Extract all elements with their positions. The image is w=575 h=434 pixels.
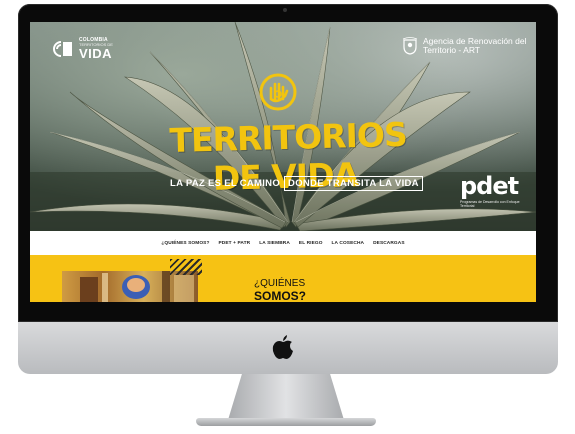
nav-item-pdet-patr[interactable]: PDET + PATR	[219, 241, 251, 246]
apple-icon	[272, 335, 293, 359]
tagline-part1: LA PAZ ES EL CAMINO	[170, 178, 281, 189]
imac-device: COLOMBIA TERRITORIOS DE VIDA Agencia de …	[0, 0, 575, 434]
decorative-stripes	[170, 259, 202, 275]
hero-tagline: LA PAZ ES EL CAMINO DONDE TRANSITA LA VI…	[170, 176, 423, 191]
pdet-subtitle: Programas de Desarrollo con Enfoque Terr…	[460, 200, 520, 209]
imac-stand	[228, 374, 344, 420]
tagline-part2: DONDE TRANSITA LA VIDA	[284, 176, 423, 191]
camera	[283, 8, 287, 12]
imac-stand-base	[196, 418, 376, 426]
about-question: ¿QUIÉNES	[254, 278, 306, 289]
nav-item-quienes-somos[interactable]: ¿QUIÉNES SOMOS?	[161, 241, 209, 246]
nav-item-la-cosecha[interactable]: LA COSECHA	[332, 241, 365, 246]
about-heading: ¿QUIÉNES SOMOS?	[254, 278, 307, 302]
main-nav: ¿QUIÉNES SOMOS? PDET + PATR LA SIEMBRA E…	[30, 231, 536, 255]
colombia-shield-icon	[402, 37, 418, 55]
website-screen: COLOMBIA TERRITORIOS DE VIDA Agencia de …	[30, 22, 536, 302]
nav-item-la-siembra[interactable]: LA SIEMBRA	[259, 241, 290, 246]
agency-logo[interactable]: Agencia de Renovación del Territorio - A…	[402, 37, 533, 55]
pdet-logo[interactable]: pdet Programas de Desarrollo con Enfoque…	[460, 174, 524, 208]
hand-badge-icon	[259, 73, 297, 111]
agency-name: Agencia de Renovación del Territorio - A…	[423, 36, 527, 55]
about-strong: SOMOS?	[254, 288, 307, 302]
hero-banner: COLOMBIA TERRITORIOS DE VIDA Agencia de …	[30, 22, 536, 231]
nav-item-el-riego[interactable]: EL RIEGO	[299, 241, 323, 246]
pdet-wordmark: pdet	[460, 172, 519, 200]
nav-item-descargas[interactable]: DESCARGAS	[373, 241, 405, 246]
about-photo	[62, 271, 198, 302]
colombia-vida-logo[interactable]: COLOMBIA TERRITORIOS DE VIDA	[50, 38, 113, 60]
about-section: ¿QUIÉNES SOMOS?	[30, 255, 536, 302]
brand-main-text: VIDA	[79, 46, 113, 61]
colombia-vida-logo-icon	[53, 41, 72, 57]
about-photo-image	[80, 271, 194, 302]
